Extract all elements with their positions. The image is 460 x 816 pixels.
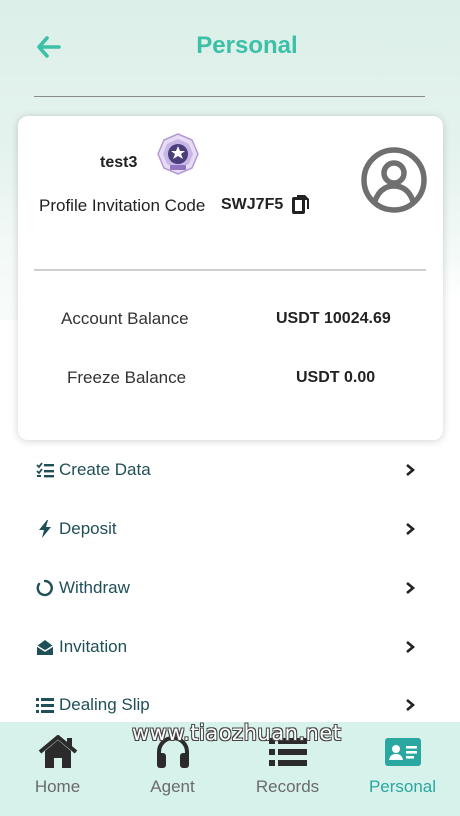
menu-label: Withdraw <box>59 578 130 597</box>
username: test3 <box>100 154 138 171</box>
page-title: Personal <box>196 32 298 59</box>
nav-label: Agent <box>150 777 195 796</box>
nav-label: Personal <box>368 777 437 796</box>
user-avatar-icon[interactable] <box>360 146 428 214</box>
menu-label: Deposit <box>59 519 117 538</box>
menu-label: Invitation <box>59 637 128 656</box>
page-header: Personal <box>0 0 460 97</box>
copy-icon[interactable] <box>292 194 310 214</box>
menu-item-deposit[interactable]: Deposit <box>0 509 460 549</box>
bolt-icon <box>36 520 54 538</box>
freeze-balance-value: USDT 0.00 <box>296 369 376 386</box>
invitation-code-value: SWJ7F5 <box>221 196 284 213</box>
id-card-icon <box>345 734 460 770</box>
freeze-balance-label: Freeze Balance <box>67 368 187 387</box>
menu-item-withdraw[interactable]: Withdraw <box>0 568 460 608</box>
nav-personal[interactable]: Personal <box>345 722 460 816</box>
envelope-open-icon <box>36 638 54 656</box>
chevron-right-icon <box>406 582 416 594</box>
menu-item-dealing-slip[interactable]: Dealing Slip <box>0 685 460 725</box>
invitation-code-label: Profile Invitation Code <box>39 196 206 215</box>
nav-label: Records <box>255 777 320 796</box>
card-divider <box>34 269 426 271</box>
chevron-right-icon <box>406 699 416 711</box>
watermark-text: www.tiaozhuan.net <box>132 721 342 745</box>
account-balance-label: Account Balance <box>61 309 189 328</box>
nav-home[interactable]: Home <box>0 722 115 816</box>
nav-label: Home <box>34 777 81 796</box>
menu-label: Create Data <box>59 460 151 479</box>
list-icon <box>36 696 54 714</box>
chevron-right-icon <box>406 464 416 476</box>
chevron-right-icon <box>406 523 416 535</box>
rank-badge-icon <box>157 133 199 175</box>
menu-item-invitation[interactable]: Invitation <box>0 627 460 667</box>
menu-item-create-data[interactable]: Create Data <box>0 450 460 490</box>
checklist-icon <box>36 461 54 479</box>
menu-label: Dealing Slip <box>59 695 150 714</box>
circle-notch-icon <box>36 579 54 597</box>
home-icon <box>0 734 115 770</box>
account-balance-value: USDT 10024.69 <box>276 310 391 327</box>
header-divider <box>34 96 425 97</box>
chevron-right-icon <box>406 641 416 653</box>
